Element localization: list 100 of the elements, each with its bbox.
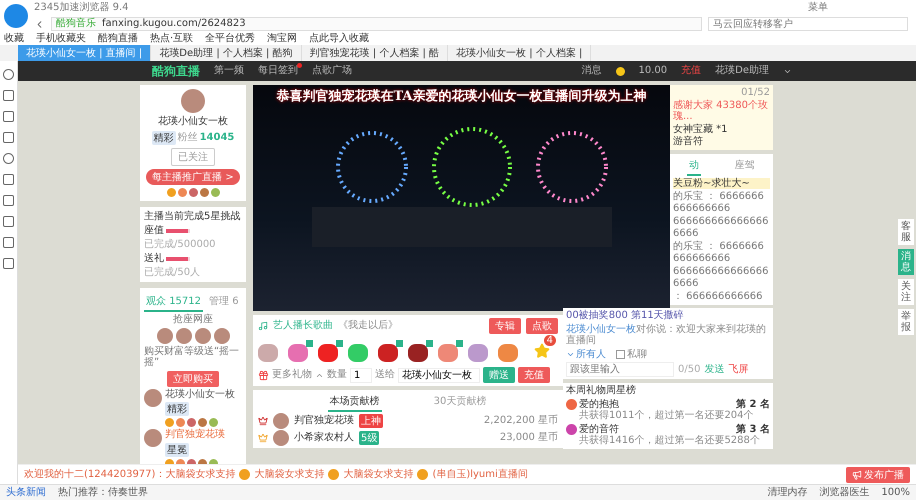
user-badge: 精彩 [165, 402, 189, 416]
sidebar-icon[interactable] [3, 216, 14, 227]
contribution-amount: 2,202,200 星币 [484, 415, 558, 427]
status-item[interactable]: 清理内存 [767, 486, 808, 498]
song-label: 艺人播长歌曲 [273, 320, 333, 332]
star-gift-icon[interactable] [534, 343, 550, 359]
new-mark [336, 340, 343, 346]
bookmark-link[interactable]: 热点·互联 [150, 32, 194, 44]
crown-icon [258, 433, 268, 443]
side-button[interactable]: 关注 [898, 279, 914, 305]
avatar [181, 89, 205, 113]
more-gifts-dropdown[interactable]: 更多礼物 [272, 369, 312, 381]
status-item[interactable]: 浏览器医生 [819, 486, 870, 498]
sidebar-icon[interactable] [3, 153, 14, 164]
ticker-message: 欢迎我的十二(1244203977)：大脑袋女求支持 [24, 468, 236, 480]
promo-button[interactable]: 每主播推广直播 > [146, 168, 240, 184]
song-name: 《我走以后》 [338, 320, 398, 332]
coin-icon [616, 66, 624, 76]
crown-icon [258, 416, 268, 426]
challenge-title: 主播当前完成5星挑战 [144, 210, 242, 222]
target-dropdown[interactable]: 所有人 [576, 348, 606, 360]
sidebar-icon[interactable] [3, 111, 14, 122]
private-label: 私聊 [627, 348, 647, 360]
gift-detail: 共获得1416个，超过第一名还要5288个 [579, 435, 761, 446]
nav-link[interactable]: 每日签到 [258, 65, 298, 77]
quantity-field[interactable]: 1 [350, 368, 372, 382]
user-name: 花瑛小仙女一枚 [165, 388, 235, 400]
bookmark-link[interactable]: 手机收藏夹 [36, 32, 86, 44]
bookmark-link[interactable]: 酷狗直播 [98, 32, 138, 44]
smiley-icon [417, 469, 428, 480]
gift-box-icon [258, 370, 269, 380]
hot-recommendation: 热门推荐：侍奏世界 [58, 486, 148, 498]
weekly-title: 本周礼物周星榜 [566, 385, 637, 396]
news-link[interactable]: 头条新闻 [6, 486, 46, 498]
chat-message: 的乐宝 ： 6666666666666666 [673, 191, 765, 214]
sidebar-icon[interactable] [3, 174, 14, 185]
private-checkbox[interactable] [616, 350, 625, 359]
gift-detail: 共获得1011个，超过第一名还要204个 [579, 410, 755, 422]
gift-name: 爱的音符 [579, 424, 619, 434]
challenge-label: 座值 [144, 225, 164, 236]
new-mark [456, 340, 463, 346]
sidebar-icon[interactable] [3, 258, 14, 269]
music-icon [258, 321, 268, 331]
rank-text: 第 3 名 [736, 424, 770, 435]
nav-link[interactable]: 点歌广场 [312, 65, 352, 77]
messages-link[interactable]: 消息 [582, 65, 602, 77]
user-avatar [144, 429, 162, 447]
ranking-tab[interactable]: 本场贡献榜 [328, 392, 382, 412]
new-mark [426, 340, 433, 346]
gift-count-badge: 4 [544, 335, 556, 346]
bookmark-link[interactable]: 点此导入收藏 [309, 32, 370, 44]
status-item[interactable]: 100% [881, 486, 910, 498]
sidebar-icon[interactable] [3, 195, 14, 206]
bookmark-link[interactable]: 淘宝网 [267, 32, 298, 44]
video-title: 恭喜判官独宠花瑛在TA亲爱的花瑛小仙女一枚直播间升级为上神 [275, 88, 648, 106]
side-button[interactable]: 客服 [898, 219, 914, 245]
address-bar[interactable]: 酷狗音乐 fanxing.kugou.com/2624823 [51, 17, 702, 31]
chat-message: 6666666666666666666 [673, 266, 770, 289]
promo-text: 购买财富等级送“摇一摇” [144, 346, 240, 368]
gift-icon[interactable] [318, 344, 338, 362]
site-logo: 酷狗直播 [152, 62, 200, 80]
ticker-message: 大脑袋女求支持 [343, 468, 414, 480]
recipient-label: 送给 [375, 369, 395, 381]
recharge-link[interactable]: 充值 [681, 65, 702, 77]
megaphone-icon [852, 470, 862, 480]
bookmark-link[interactable]: 收藏 [4, 32, 24, 44]
ticker-message: (串自玉)lyumi直播间 [432, 468, 528, 480]
bookmark-link[interactable]: 全平台优秀 [205, 32, 256, 44]
seat-title: 抢座网座 [172, 314, 214, 326]
chat-input[interactable]: 跟该里输入 [566, 362, 674, 377]
rank-text: 第 2 名 [736, 398, 770, 410]
streamer-name: 花瑛小仙女一枚 [158, 116, 228, 128]
system-message: 00被抽奖800 第11天撒碎 [566, 310, 685, 322]
new-mark [306, 340, 313, 346]
user-avatar [144, 388, 162, 406]
sidebar-icon[interactable] [3, 69, 14, 80]
menu-link[interactable]: 菜单 [808, 2, 828, 14]
gift-icon[interactable] [378, 344, 398, 362]
user-avatar [273, 430, 289, 446]
sidebar-icon[interactable] [3, 132, 14, 143]
recipient-field[interactable]: 花瑛小仙女一枚 [398, 368, 480, 382]
contributor-name: 小希家农村人 [294, 432, 354, 444]
user-menu[interactable]: 花瑛De助理 [715, 65, 769, 77]
smiley-icon [328, 469, 340, 480]
browser-logo-icon [4, 4, 28, 28]
nav-link[interactable]: 第一频 [214, 65, 244, 77]
chat-banner: 关豆粉~求壮大~ [673, 178, 770, 189]
chat-message: ： 666666666666 [673, 291, 764, 302]
seat-avatar [176, 328, 192, 344]
sidebar-icon[interactable] [3, 90, 14, 101]
browser-tab[interactable]: 判官独宠花瑛 | 个人档案 | 酷 [302, 45, 448, 61]
search-field[interactable]: 马云回应转移客户 [708, 17, 908, 31]
progress-reading: 已完成/500000 [144, 238, 216, 250]
gift-icon [566, 398, 577, 410]
sidebar-icon[interactable] [3, 237, 14, 248]
contribution-amount: 23,000 星币 [500, 432, 558, 444]
gift-icon[interactable] [408, 344, 428, 362]
user-avatar [273, 413, 289, 429]
side-button[interactable]: 举报 [898, 309, 914, 335]
fly-screen-link[interactable]: 飞屏 [728, 364, 748, 376]
